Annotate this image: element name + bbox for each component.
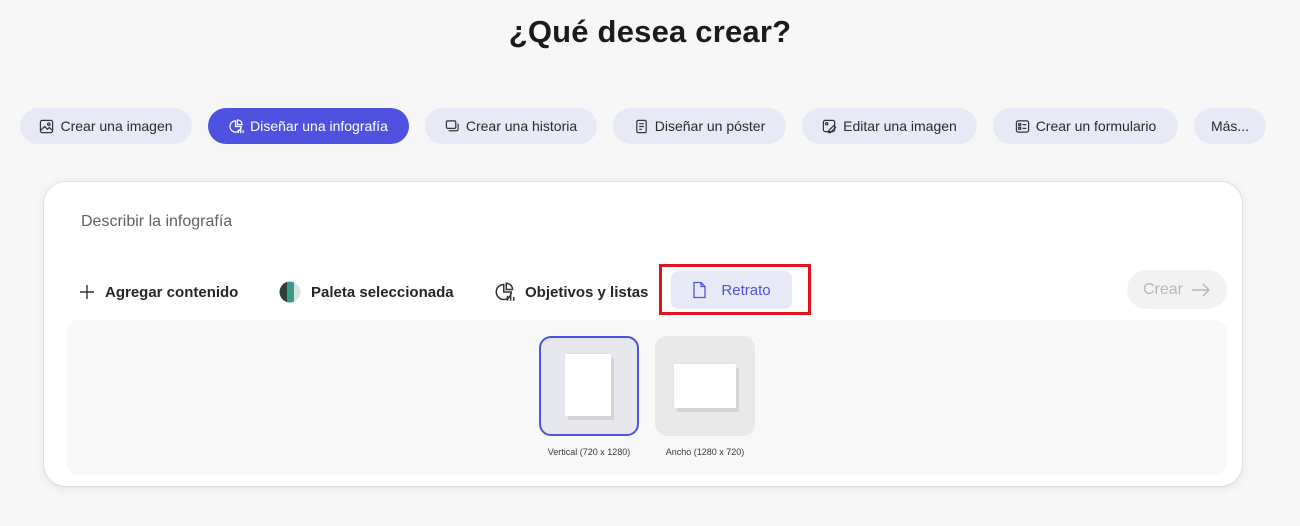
create-options-bar: Crear una imagen Diseñar una infografía … (0, 108, 1300, 144)
palette-label: Paleta seleccionada (311, 283, 454, 301)
objectives-button[interactable]: Objetivos y listas (495, 277, 648, 307)
infographic-icon (229, 118, 244, 133)
orientation-panel: Vertical (720 x 1280) Ancho (1280 x 720) (67, 320, 1227, 475)
page-title: ¿Qué desea crear? (508, 14, 792, 49)
infographic-icon (495, 282, 515, 301)
chip-edit-image[interactable]: Editar una imagen (802, 108, 977, 144)
chip-create-image[interactable]: Crear una imagen (20, 108, 192, 144)
chip-label: Más... (1210, 118, 1250, 134)
edit-image-icon (822, 119, 837, 133)
orientation-wide-label: Ancho (1280 x 720) (665, 447, 745, 457)
plus-icon (80, 285, 94, 299)
document-icon (693, 281, 707, 299)
wide-preview (674, 364, 736, 408)
arrow-right-icon (1192, 282, 1211, 297)
composer-card: Describir la infografía Agregar contenid… (44, 182, 1242, 486)
poster-icon (635, 119, 647, 133)
chip-label: Crear una imagen (60, 118, 173, 134)
chip-design-infographic[interactable]: Diseñar una infografía (208, 108, 409, 144)
chip-label: Diseñar un póster (654, 118, 766, 134)
objectives-label: Objetivos y listas (525, 283, 649, 301)
create-label: Crear (1142, 280, 1183, 298)
chip-more[interactable]: Más... (1194, 108, 1266, 144)
prompt-input[interactable]: Describir la infografía (81, 213, 232, 231)
orientation-wide-tile[interactable] (655, 336, 755, 436)
palette-swatch-icon (279, 281, 301, 303)
palette-button[interactable]: Paleta seleccionada (279, 277, 454, 307)
chip-label: Crear un formulario (1035, 118, 1157, 134)
form-icon (1015, 119, 1029, 133)
add-content-button[interactable]: Agregar contenido (79, 277, 238, 307)
add-content-label: Agregar contenido (105, 283, 239, 301)
chip-design-poster[interactable]: Diseñar un póster (613, 108, 786, 144)
orientation-button[interactable]: Retrato (671, 271, 792, 309)
chip-label: Diseñar una infografía (250, 118, 388, 134)
orientation-vertical-label: Vertical (720 x 1280) (547, 447, 631, 457)
create-button[interactable]: Crear (1127, 270, 1227, 309)
chip-label: Editar una imagen (843, 118, 957, 134)
orientation-vertical-tile[interactable] (539, 336, 639, 436)
chip-create-form[interactable]: Crear un formulario (993, 108, 1178, 144)
story-icon (445, 119, 459, 131)
chip-create-story[interactable]: Crear una historia (425, 108, 597, 144)
image-icon (40, 119, 54, 133)
orientation-label: Retrato (721, 281, 771, 299)
chip-label: Crear una historia (465, 118, 578, 134)
vertical-preview (565, 354, 611, 416)
